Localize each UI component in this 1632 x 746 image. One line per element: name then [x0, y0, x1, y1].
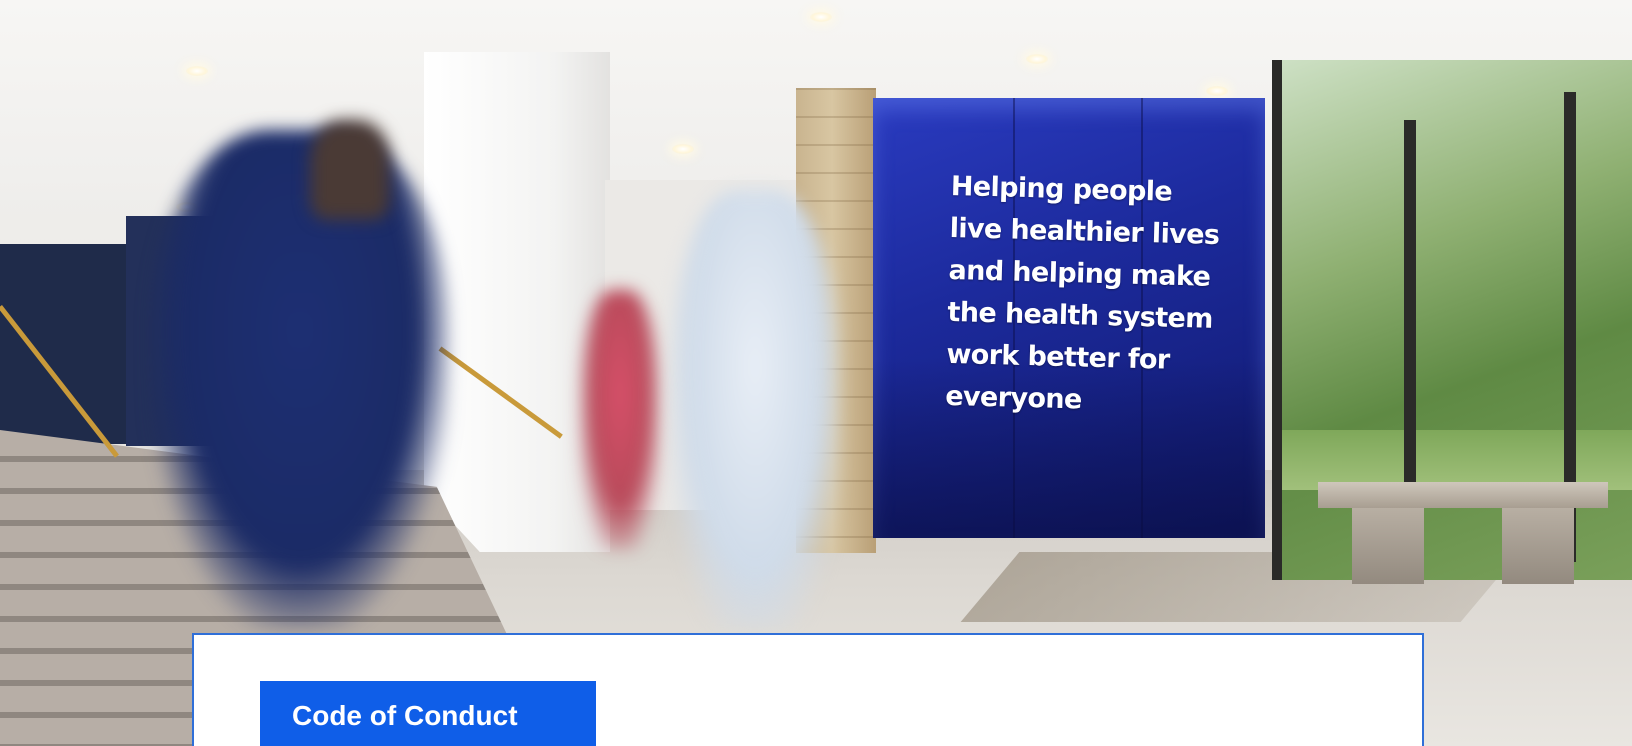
- blurred-person: [580, 290, 660, 550]
- content-card: Code of Conduct: [192, 633, 1424, 746]
- wall-text-line: Helping people: [950, 170, 1173, 208]
- grass: [1282, 430, 1632, 490]
- code-of-conduct-button[interactable]: Code of Conduct: [260, 681, 596, 746]
- hero-banner: Helping people live healthier lives and …: [0, 0, 1632, 746]
- window-mullion: [1404, 120, 1416, 540]
- ceiling-light: [1026, 54, 1048, 64]
- wall-mission-text: Helping people live healthier lives and …: [945, 166, 1261, 426]
- bench-leg: [1502, 508, 1574, 584]
- bench-leg: [1352, 508, 1424, 584]
- wall-text-line: everyone: [944, 380, 1083, 416]
- wall-text-line: live healthier lives: [949, 212, 1220, 252]
- wall-text-line: work better for: [946, 338, 1171, 376]
- ceiling-light: [810, 12, 832, 22]
- blurred-person: [670, 190, 840, 630]
- bench: [1318, 482, 1608, 508]
- blurred-person: [150, 130, 450, 630]
- ceiling-light: [1206, 86, 1228, 96]
- wall-text-line: and helping make: [948, 254, 1211, 293]
- ceiling-light: [672, 144, 694, 154]
- dark-column: [0, 244, 130, 444]
- wall-text-line: the health system: [947, 296, 1214, 335]
- blurred-person: [310, 120, 390, 220]
- ceiling-light: [186, 66, 208, 76]
